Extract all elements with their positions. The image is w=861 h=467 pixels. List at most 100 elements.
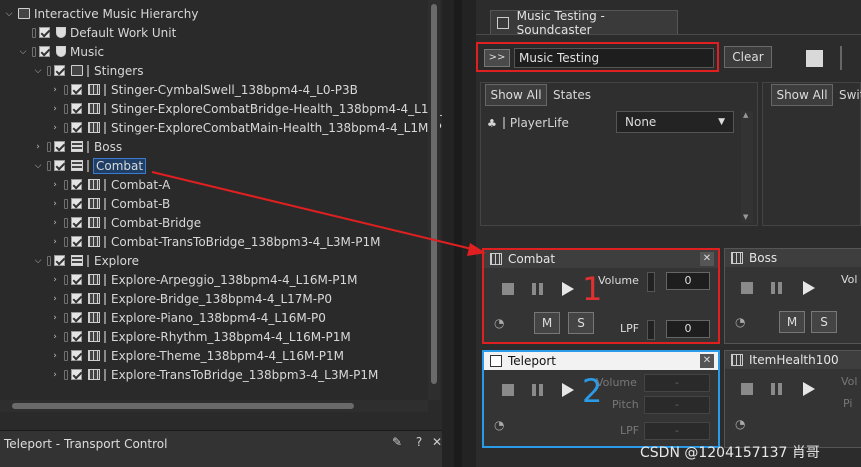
mute-button[interactable]: M <box>534 312 560 334</box>
chevron-down-icon[interactable]: ⌵ <box>33 161 43 171</box>
play-button[interactable] <box>803 281 815 295</box>
play-button[interactable] <box>562 282 574 296</box>
tree-item[interactable]: ⌵ Stingers <box>33 61 144 80</box>
tree-item[interactable]: Default Work Unit <box>32 23 176 42</box>
play-button[interactable] <box>562 383 574 397</box>
stop-button[interactable] <box>741 383 753 395</box>
go-button[interactable]: >> <box>484 49 510 67</box>
show-all-switches-button[interactable]: Show All <box>771 84 833 106</box>
pin-icon[interactable]: ✎ <box>390 435 404 449</box>
checkbox[interactable] <box>39 46 50 57</box>
tree-item[interactable]: ⌵ Explore <box>33 251 139 270</box>
checkbox[interactable] <box>71 331 82 342</box>
tree-item[interactable]: › Explore-Arpeggio_138bpm4-4_L16M-P1M <box>50 270 357 289</box>
chevron-right-icon[interactable]: › <box>50 313 60 323</box>
tree-item[interactable]: › Combat-B <box>50 194 170 213</box>
chevron-right-icon[interactable]: › <box>50 180 60 190</box>
close-icon[interactable]: ✕ <box>700 252 714 266</box>
vertical-scroll-thumb[interactable] <box>431 4 437 384</box>
stop-all-button[interactable] <box>806 50 823 67</box>
chevron-down-icon[interactable]: ⌵ <box>33 256 43 266</box>
tab-soundcaster[interactable]: Music Testing - Soundcaster <box>490 9 678 37</box>
itemhealth-card-title: ItemHealth100 <box>749 353 839 367</box>
checkbox[interactable] <box>71 350 82 361</box>
pause-button[interactable] <box>532 283 536 295</box>
session-input[interactable] <box>514 48 714 68</box>
chevron-right-icon[interactable]: › <box>50 294 60 304</box>
tree-item[interactable]: › Combat-TransToBridge_138bpm3-4_L3M-P1M <box>50 232 380 251</box>
chevron-right-icon[interactable]: › <box>50 218 60 228</box>
chevron-right-icon[interactable]: › <box>50 123 60 133</box>
itemhealth-card-header: ItemHealth100 <box>725 351 861 369</box>
chevron-right-icon[interactable]: › <box>50 104 60 114</box>
tree-item[interactable]: › Combat-A <box>50 175 170 194</box>
checkbox[interactable] <box>71 103 82 114</box>
scroll-up-icon[interactable]: ▲ <box>743 111 748 119</box>
tree-item[interactable]: ⌵ Interactive Music Hierarchy <box>4 4 199 23</box>
show-all-states-button[interactable]: Show All <box>485 84 547 106</box>
checkbox[interactable] <box>71 217 82 228</box>
chevron-down-icon[interactable]: ⌵ <box>33 66 43 76</box>
volume-field[interactable]: 0 <box>666 272 710 290</box>
tree-item[interactable]: › Stinger-ExploreCombatMain-Health_138bpm… <box>50 118 449 137</box>
chevron-right-icon[interactable]: › <box>50 237 60 247</box>
checkbox[interactable] <box>71 198 82 209</box>
tree-item[interactable]: › Explore-Piano_138bpm4-4_L16M-P0 <box>50 308 326 327</box>
pause-button[interactable] <box>771 282 775 294</box>
chevron-right-icon[interactable]: › <box>50 351 60 361</box>
checkbox[interactable] <box>71 293 82 304</box>
clear-button[interactable]: Clear <box>724 46 772 68</box>
checkbox[interactable] <box>71 122 82 133</box>
tree-item[interactable]: › Explore-TransToBridge_138bpm3-4_L3M-P1M <box>50 365 378 384</box>
checkbox[interactable] <box>54 65 65 76</box>
tree-item[interactable]: › Explore-Rhythm_138bpm4-4_L16M-P1M <box>50 327 351 346</box>
checkbox[interactable] <box>39 27 50 38</box>
lpf-field[interactable]: 0 <box>666 320 710 338</box>
stop-button[interactable] <box>502 384 514 396</box>
lock-icon <box>64 198 68 209</box>
scroll-down-icon[interactable]: ▼ <box>743 213 748 221</box>
checkbox[interactable] <box>71 236 82 247</box>
play-button[interactable] <box>803 382 815 396</box>
horizontal-scroll-thumb[interactable] <box>12 403 354 409</box>
chevron-down-icon[interactable]: ⌵ <box>18 47 28 57</box>
tree-item[interactable]: › Explore-Theme_138bpm4-4_L16M-P1M <box>50 346 344 365</box>
states-scrollbar[interactable]: ▲ ▼ <box>741 111 753 223</box>
checkbox[interactable] <box>71 274 82 285</box>
tree-item-selected[interactable]: ⌵ Combat <box>33 156 147 175</box>
chevron-right-icon[interactable]: › <box>33 142 43 152</box>
state-select[interactable]: None ▼ <box>616 111 734 133</box>
solo-button[interactable]: S <box>811 311 837 333</box>
tree-item[interactable]: › Stinger-CymbalSwell_138bpm4-4_L0-P3B <box>50 80 358 99</box>
mute-button[interactable]: M <box>779 311 805 333</box>
checkbox[interactable] <box>54 160 65 171</box>
chevron-right-icon[interactable]: › <box>50 275 60 285</box>
chevron-right-icon[interactable]: › <box>50 85 60 95</box>
checkbox[interactable] <box>71 84 82 95</box>
pause-button[interactable] <box>532 384 536 396</box>
tree-item[interactable]: › Stinger-ExploreCombatBridge-Health_138b… <box>50 99 460 118</box>
tree-item[interactable]: › Explore-Bridge_138bpm4-4_L17M-P0 <box>50 289 332 308</box>
lpf-slider[interactable] <box>647 320 655 340</box>
chevron-down-icon[interactable]: ⌵ <box>4 9 14 19</box>
checkbox[interactable] <box>71 369 82 380</box>
chevron-right-icon[interactable]: › <box>50 332 60 342</box>
volume-slider[interactable] <box>647 272 655 292</box>
stop-button[interactable] <box>502 283 514 295</box>
solo-button[interactable]: S <box>568 312 594 334</box>
checkbox[interactable] <box>54 141 65 152</box>
tree-item[interactable]: ⌵ Music <box>18 42 105 61</box>
close-icon[interactable]: ✕ <box>700 354 714 368</box>
stop-button[interactable] <box>741 282 753 294</box>
segment-icon <box>88 369 100 380</box>
tree-item[interactable]: › Boss <box>33 137 122 156</box>
help-icon[interactable]: ? <box>412 435 426 449</box>
tree-item[interactable]: › Combat-Bridge <box>50 213 201 232</box>
chevron-right-icon[interactable]: › <box>50 370 60 380</box>
checkbox[interactable] <box>54 255 65 266</box>
panel-splitter[interactable] <box>454 0 462 467</box>
pause-button[interactable] <box>771 383 775 395</box>
chevron-right-icon[interactable]: › <box>50 199 60 209</box>
checkbox[interactable] <box>71 312 82 323</box>
checkbox[interactable] <box>71 179 82 190</box>
